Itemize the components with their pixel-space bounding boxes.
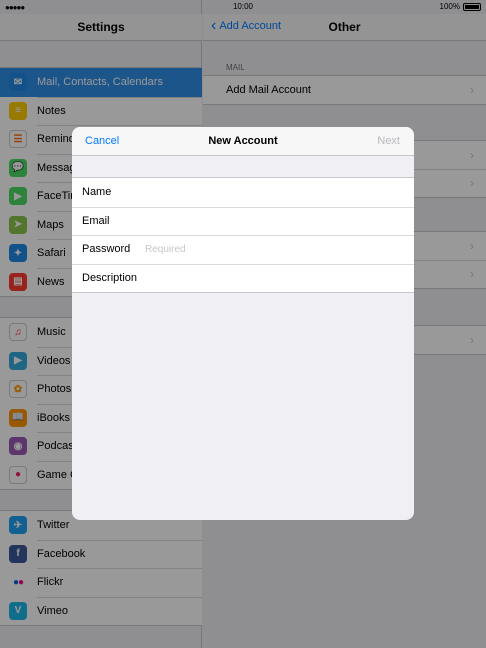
password-input[interactable] [145, 239, 414, 260]
password-row: Password [72, 235, 414, 264]
password-label: Password [82, 243, 131, 256]
description-input[interactable] [145, 267, 414, 288]
sheet-navbar: Cancel New Account Next [72, 127, 414, 156]
email-row: Email [72, 206, 414, 236]
name-input[interactable] [145, 182, 414, 203]
next-button[interactable]: Next [377, 135, 400, 147]
email-input[interactable] [145, 210, 414, 231]
account-form: Name Email Password Description [72, 177, 414, 293]
sheet-title: New Account [208, 135, 278, 147]
name-label: Name [82, 186, 112, 199]
new-account-sheet: Cancel New Account Next Name Email Passw… [72, 127, 414, 520]
email-label: Email [82, 214, 110, 227]
description-label: Description [82, 271, 138, 284]
name-row: Name [72, 178, 414, 207]
description-row: Description [72, 263, 414, 293]
